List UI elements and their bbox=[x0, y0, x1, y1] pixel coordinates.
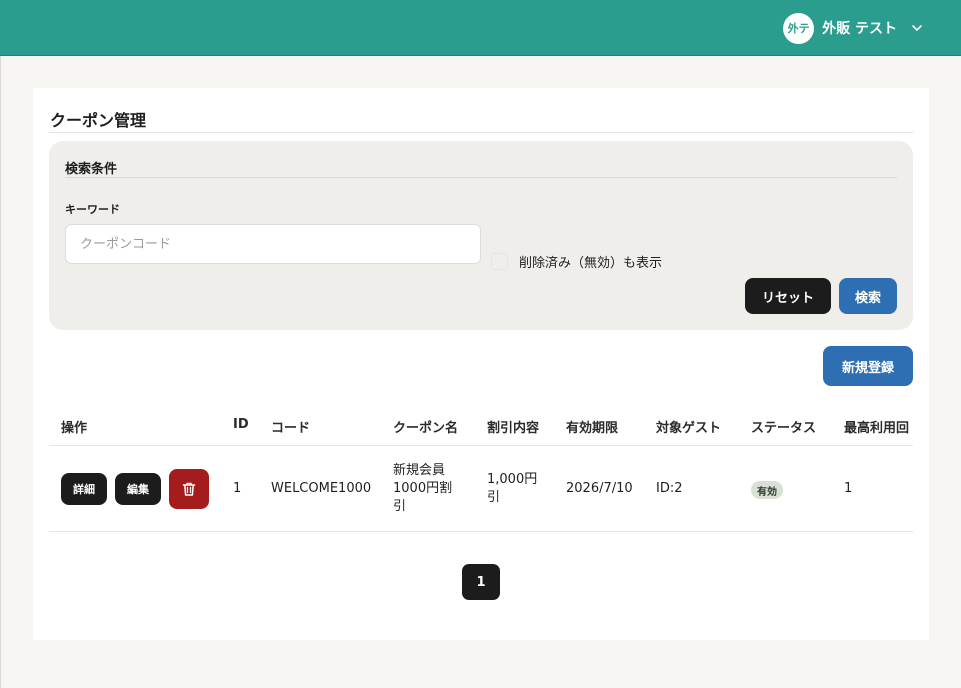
cell-target: ID:2 bbox=[656, 481, 683, 496]
column-header-actions: 操作 bbox=[61, 421, 88, 436]
show-deleted-label: 削除済み（無効）も表示 bbox=[519, 256, 663, 271]
search-panel-title: 検索条件 bbox=[65, 162, 118, 177]
column-header-id: ID bbox=[233, 417, 249, 432]
cell-name-line: 1000円割 bbox=[393, 481, 453, 496]
table-header: 操作 ID コード クーポン名 割引内容 有効期限 対象ゲスト ステータス 最高… bbox=[49, 410, 913, 446]
cell-name-line: 引 bbox=[393, 499, 407, 514]
edit-button[interactable]: 編集 bbox=[115, 473, 161, 505]
search-button[interactable]: 検索 bbox=[839, 278, 897, 314]
cell-name-line: 新規会員 bbox=[393, 463, 446, 478]
keyword-input[interactable] bbox=[65, 224, 481, 264]
column-header-status: ステータス bbox=[751, 421, 817, 436]
user-name: 外販 テスト bbox=[822, 21, 897, 37]
column-header-max-uses: 最高利用回 bbox=[844, 421, 910, 436]
page-left-border bbox=[0, 56, 1, 688]
top-bar: 外テ 外販 テスト bbox=[0, 0, 961, 56]
column-header-discount: 割引内容 bbox=[487, 421, 540, 436]
show-deleted-option[interactable]: 削除済み（無効）も表示 bbox=[491, 252, 662, 271]
keyword-label: キーワード bbox=[65, 203, 120, 216]
cell-id: 1 bbox=[233, 481, 242, 496]
main-card: クーポン管理 検索条件 キーワード 削除済み（無効）も表示 リセット 検索 新規… bbox=[33, 88, 929, 640]
search-panel: 検索条件 キーワード 削除済み（無効）も表示 リセット 検索 bbox=[49, 141, 913, 330]
column-header-expiry: 有効期限 bbox=[566, 421, 619, 436]
column-header-target: 対象ゲスト bbox=[656, 421, 722, 436]
reset-button[interactable]: リセット bbox=[745, 278, 831, 314]
cell-name: 新規会員 1000円割 引 bbox=[393, 462, 452, 516]
table-row: 詳細 編集 1 WELCOME1000 新規会員 1000円割 引 1,000円… bbox=[49, 446, 913, 532]
trash-icon bbox=[182, 482, 196, 496]
show-deleted-checkbox[interactable] bbox=[491, 253, 508, 270]
detail-button[interactable]: 詳細 bbox=[61, 473, 107, 505]
page-title: クーポン管理 bbox=[50, 111, 147, 130]
cell-max-uses: 1 bbox=[844, 481, 853, 496]
cell-expiry: 2026/7/10 bbox=[566, 481, 633, 496]
delete-button[interactable] bbox=[169, 469, 209, 509]
status-badge: 有効 bbox=[751, 481, 783, 499]
column-header-code: コード bbox=[271, 421, 311, 436]
pagination-page-button[interactable]: 1 bbox=[462, 564, 500, 600]
cell-discount: 1,000円 引 bbox=[487, 471, 537, 507]
new-coupon-button[interactable]: 新規登録 bbox=[823, 346, 913, 386]
column-header-name: クーポン名 bbox=[393, 421, 459, 436]
cell-code: WELCOME1000 bbox=[271, 481, 372, 496]
search-panel-divider bbox=[65, 177, 897, 178]
chevron-down-icon bbox=[912, 25, 922, 31]
cell-discount-line: 引 bbox=[487, 490, 501, 505]
title-divider bbox=[49, 132, 913, 133]
cell-discount-line: 1,000円 bbox=[487, 472, 538, 487]
user-menu[interactable]: 外テ 外販 テスト bbox=[783, 12, 923, 44]
avatar: 外テ bbox=[783, 12, 815, 44]
